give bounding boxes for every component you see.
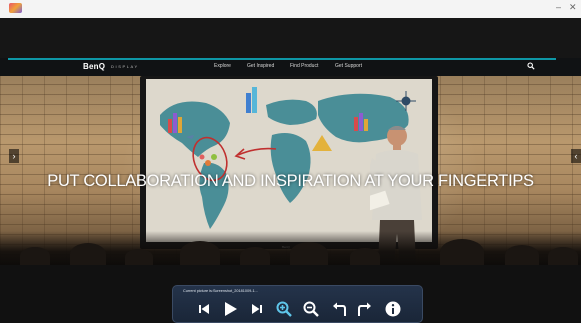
current-picture-caption: Current picture is:Screenshot_20181009-1… — [183, 289, 258, 293]
previous-button[interactable] — [195, 300, 213, 318]
hero-next-arrow[interactable]: ‹ — [571, 149, 581, 163]
nav-link-explore[interactable]: Explore — [214, 63, 231, 69]
info-button[interactable] — [384, 300, 402, 318]
nav-link-get-support[interactable]: Get Support — [335, 63, 362, 69]
brand-logo-sub: DISPLAY — [111, 64, 139, 69]
info-icon — [385, 301, 401, 317]
skip-back-icon — [199, 304, 209, 314]
next-button[interactable] — [248, 300, 266, 318]
hero-headline: PUT COLLABORATION AND INSPIRATION AT YOU… — [47, 172, 534, 190]
skip-forward-icon — [252, 304, 262, 314]
play-button[interactable] — [221, 300, 239, 318]
play-icon — [225, 302, 237, 316]
nav-accent-line — [8, 58, 556, 60]
rotate-left-button[interactable] — [330, 300, 348, 318]
zoom-in-icon — [276, 301, 292, 317]
picture-viewer-toolbar: Current picture is:Screenshot_20181009-1… — [172, 285, 423, 323]
photos-app-icon — [9, 3, 22, 13]
nav-link-get-inspired[interactable]: Get Inspired — [247, 63, 274, 69]
window-title-bar: – ✕ — [0, 0, 581, 18]
brand-logo[interactable]: BenQ — [83, 62, 105, 71]
nav-link-find-product[interactable]: Find Product — [290, 63, 318, 69]
audience-silhouettes — [0, 231, 581, 265]
hero-banner: BenQ — [0, 76, 581, 265]
hero-prev-arrow[interactable]: › — [9, 149, 19, 163]
zoom-in-button[interactable] — [275, 300, 293, 318]
search-icon[interactable] — [527, 62, 535, 70]
zoom-out-button[interactable] — [302, 300, 320, 318]
screenshot-top-area — [0, 18, 581, 58]
rotate-right-icon — [358, 302, 371, 316]
minimize-button[interactable]: – — [556, 2, 561, 12]
rotate-right-button[interactable] — [356, 300, 374, 318]
rotate-left-icon — [333, 302, 346, 316]
zoom-out-icon — [303, 301, 319, 317]
close-button[interactable]: ✕ — [569, 2, 577, 13]
